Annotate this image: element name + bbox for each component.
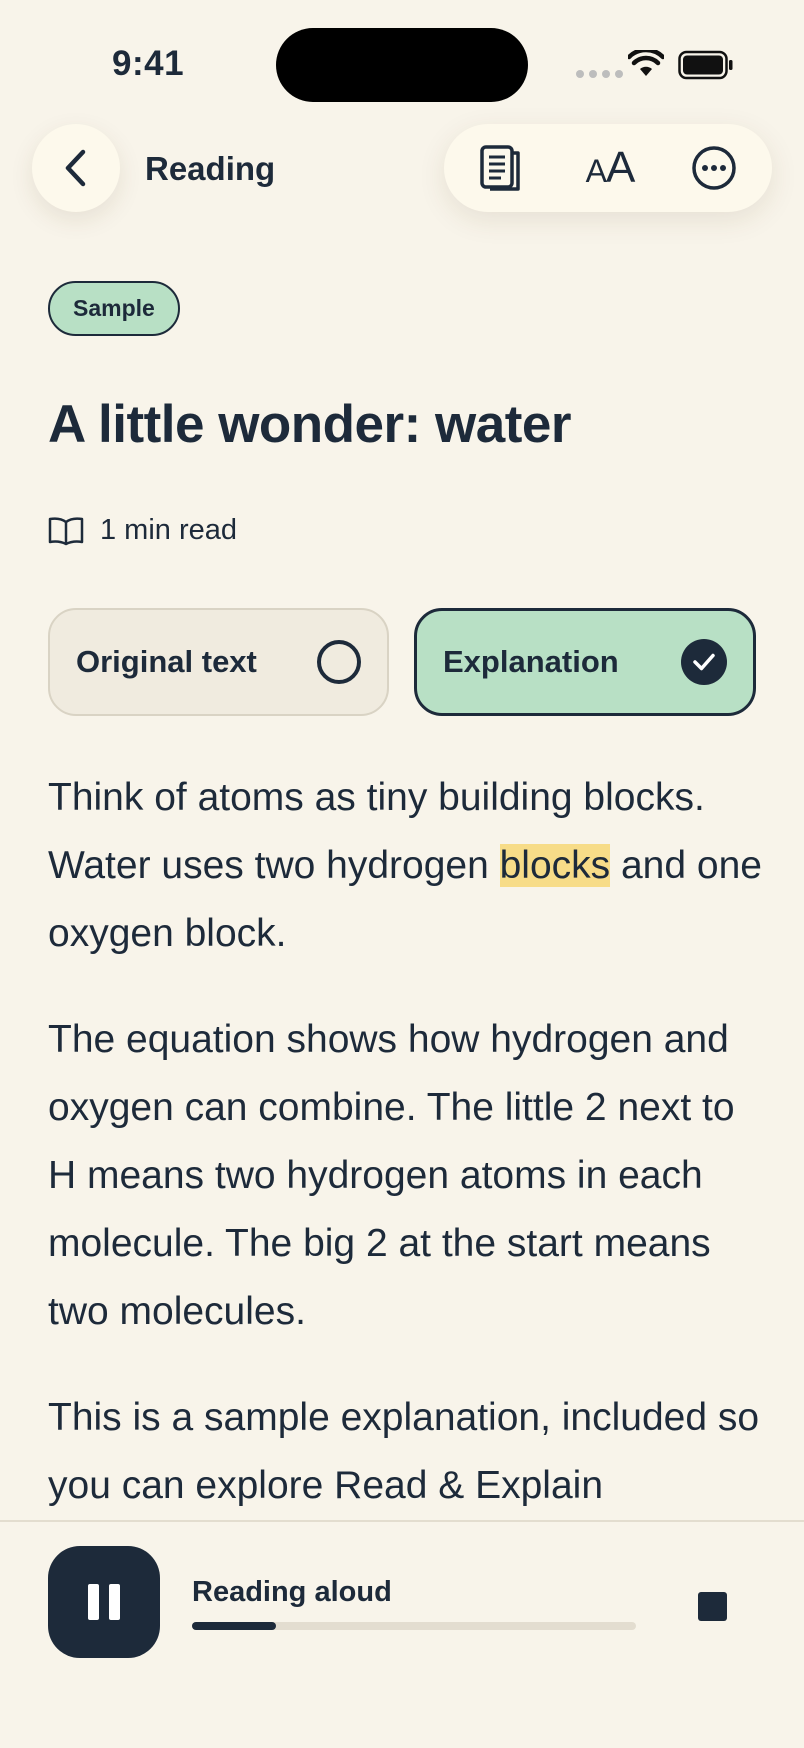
- pause-button[interactable]: [48, 1546, 160, 1658]
- pause-icon: [109, 1584, 120, 1620]
- playback-progress-bar[interactable]: [192, 1622, 636, 1630]
- status-time: 9:41: [112, 44, 185, 83]
- explanation-option[interactable]: Explanation: [414, 608, 756, 716]
- document-icon: [480, 145, 520, 191]
- original-text-label: Original text: [76, 644, 257, 679]
- read-time: 1 min read: [48, 514, 237, 547]
- highlighted-word: blocks: [499, 844, 611, 887]
- paragraph-2: The equation shows how hydrogen and oxyg…: [48, 1018, 735, 1333]
- dynamic-island: [276, 28, 528, 102]
- explanation-label: Explanation: [443, 644, 619, 679]
- wifi-icon: [628, 50, 664, 76]
- open-book-icon: [48, 516, 84, 545]
- paragraph-3: This is a sample explanation, included s…: [48, 1396, 760, 1507]
- article-title: A little wonder: water: [48, 395, 572, 454]
- playback-progress-fill: [192, 1622, 277, 1630]
- chevron-left-icon: [65, 149, 86, 187]
- radio-unselected-icon: [317, 640, 361, 684]
- stop-icon: [697, 1591, 727, 1621]
- pause-icon: [88, 1584, 99, 1620]
- more-options-button[interactable]: [670, 124, 758, 212]
- cellular-signal-icon: [576, 70, 623, 78]
- status-bar: 9:41: [0, 0, 804, 110]
- text-size-button[interactable]: AA: [562, 124, 658, 212]
- back-button[interactable]: [32, 124, 120, 212]
- reader-toolbar: AA: [444, 124, 772, 212]
- original-text-option[interactable]: Original text: [48, 608, 389, 716]
- battery-icon: [678, 50, 733, 80]
- player-status-label: Reading aloud: [192, 1576, 392, 1608]
- document-view-button[interactable]: [456, 124, 544, 212]
- read-time-label: 1 min read: [100, 514, 238, 546]
- reader-screen: 9:41 Reading AA Sample A little wonder: …: [0, 0, 804, 1748]
- ellipsis-circle-icon: [692, 146, 736, 190]
- sample-badge: Sample: [48, 281, 180, 336]
- header-title: Reading: [145, 150, 276, 187]
- paragraph-1: Think of atoms as tiny building blocks. …: [48, 764, 768, 968]
- explanation-content: Think of atoms as tiny building blocks. …: [48, 764, 768, 1558]
- checkmark-circle-icon: [681, 639, 727, 685]
- text-size-icon: AA: [585, 143, 636, 192]
- stop-button[interactable]: [682, 1576, 742, 1636]
- audio-player: Reading aloud: [0, 1520, 804, 1748]
